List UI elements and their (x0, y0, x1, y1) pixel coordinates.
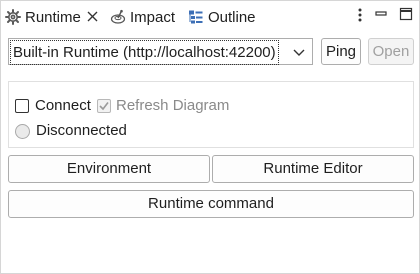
checkmark-icon (99, 102, 109, 111)
view-menu-icon[interactable] (355, 7, 365, 25)
runtime-select-value: Built-in Runtime (http://localhost:42200… (10, 40, 279, 65)
chevron-down-icon (292, 45, 306, 59)
tab-impact-label: Impact (130, 8, 176, 26)
tab-impact[interactable]: Impact (110, 4, 175, 30)
environment-button[interactable]: Environment (8, 155, 210, 183)
tab-runtime-label: Runtime (25, 8, 81, 26)
maximize-icon[interactable] (399, 7, 413, 21)
connect-label: Connect (35, 97, 91, 114)
connection-status-label: Disconnected (36, 122, 127, 139)
runtime-select[interactable]: Built-in Runtime (http://localhost:42200… (8, 38, 313, 65)
minimize-icon[interactable] (374, 7, 388, 21)
close-icon[interactable] (87, 9, 98, 26)
tab-bar: Runtime Impact Outline (1, 1, 419, 33)
refresh-diagram-checkbox[interactable] (97, 99, 111, 113)
tab-runtime[interactable]: Runtime (5, 4, 98, 30)
open-button[interactable]: Open (368, 38, 414, 65)
runtime-command-button[interactable]: Runtime command (8, 190, 414, 218)
connect-checkbox[interactable] (15, 99, 29, 113)
connection-status-indicator (15, 124, 30, 139)
runtime-editor-button[interactable]: Runtime Editor (212, 155, 414, 183)
runtime-view: Runtime Impact Outline Built-in Runtime … (0, 0, 420, 274)
refresh-diagram-label: Refresh Diagram (116, 97, 230, 114)
tab-outline[interactable]: Outline (188, 4, 256, 30)
impact-icon (110, 9, 126, 25)
tab-outline-label: Outline (208, 8, 256, 26)
ping-button[interactable]: Ping (321, 38, 361, 65)
gear-icon (5, 9, 21, 25)
outline-icon (188, 9, 204, 25)
